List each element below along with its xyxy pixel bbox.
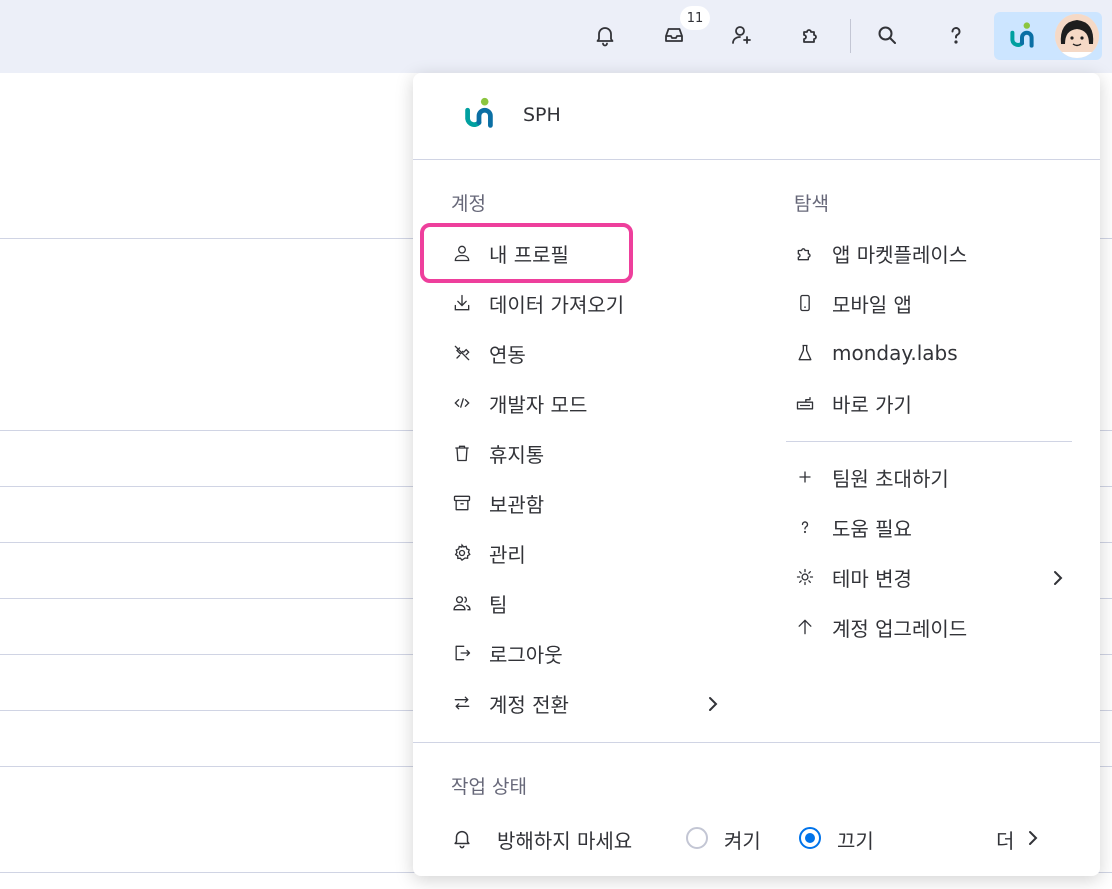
dnd-off-label[interactable]: 끄기 bbox=[837, 825, 874, 854]
code-icon bbox=[451, 392, 473, 414]
menu-item-integrations[interactable]: 연동 bbox=[451, 333, 526, 373]
menu-item-mobile-app[interactable]: 모바일 앱 bbox=[794, 283, 912, 323]
gear-icon bbox=[451, 542, 473, 564]
dnd-on-radio[interactable] bbox=[686, 827, 708, 849]
work-status-title: 작업 상태 bbox=[451, 776, 527, 798]
apps-icon[interactable] bbox=[793, 17, 829, 53]
switch-icon bbox=[451, 692, 473, 714]
dnd-off-radio[interactable] bbox=[799, 827, 821, 849]
menu-item-label: 앱 마켓플레이스 bbox=[832, 242, 968, 267]
bell-icon bbox=[454, 830, 470, 849]
menu-item-teams[interactable]: 팀 bbox=[451, 583, 507, 623]
question-icon bbox=[794, 516, 816, 538]
menu-item-label: 개발자 모드 bbox=[489, 392, 588, 417]
menu-item-label: 테마 변경 bbox=[832, 566, 912, 591]
inbox-badge: 11 bbox=[680, 6, 710, 30]
menu-item-label: 로그아웃 bbox=[489, 642, 563, 667]
keyboard-icon bbox=[794, 392, 816, 414]
menu-item-label: 관리 bbox=[489, 542, 526, 567]
menu-item-label: monday.labs bbox=[832, 341, 958, 365]
search-icon[interactable] bbox=[869, 17, 905, 53]
mobile-icon bbox=[794, 292, 816, 314]
menu-item-label: 연동 bbox=[489, 342, 526, 367]
more-options-button[interactable]: 더 bbox=[996, 825, 1014, 854]
chevron-right-icon[interactable] bbox=[1023, 828, 1043, 848]
workspace-logo-icon bbox=[465, 97, 493, 128]
integration-icon bbox=[451, 342, 473, 364]
menu-item-invite-members[interactable]: 팀원 초대하기 bbox=[794, 457, 949, 497]
menu-item-label: 데이터 가져오기 bbox=[489, 292, 625, 317]
do-not-disturb-label: 방해하지 마세요 bbox=[497, 829, 633, 853]
topbar-divider bbox=[850, 19, 851, 53]
menu-item-upgrade-account[interactable]: 계정 업그레이드 bbox=[794, 607, 967, 647]
plus-icon bbox=[794, 466, 816, 488]
bell-icon[interactable] bbox=[587, 17, 623, 53]
menu-divider bbox=[413, 159, 1100, 160]
menu-divider bbox=[413, 742, 1100, 743]
puzzle-icon bbox=[794, 242, 816, 264]
trash-icon bbox=[451, 442, 473, 464]
menu-item-shortcuts[interactable]: 바로 가기 bbox=[794, 383, 912, 423]
menu-item-label: 보관함 bbox=[489, 492, 545, 517]
menu-item-developer-mode[interactable]: 개발자 모드 bbox=[451, 383, 587, 423]
workspace-logo-icon bbox=[1010, 22, 1034, 48]
menu-item-switch-account[interactable]: 계정 전환 bbox=[451, 683, 569, 723]
menu-item-change-theme[interactable]: 테마 변경 bbox=[794, 557, 912, 597]
menu-item-archive[interactable]: 보관함 bbox=[451, 483, 544, 523]
account-section-title: 계정 bbox=[451, 193, 486, 215]
menu-item-label: 모바일 앱 bbox=[832, 292, 912, 317]
archive-icon bbox=[451, 492, 473, 514]
menu-item-label: 팀 bbox=[489, 592, 508, 617]
workspace-name: SPH bbox=[523, 104, 561, 126]
menu-item-label: 팀원 초대하기 bbox=[832, 466, 949, 491]
explore-section-title: 탐색 bbox=[794, 193, 829, 215]
dnd-on-label[interactable]: 켜기 bbox=[724, 825, 761, 854]
sun-icon bbox=[794, 566, 816, 588]
menu-item-import-data[interactable]: 데이터 가져오기 bbox=[451, 283, 624, 323]
menu-item-get-help[interactable]: 도움 필요 bbox=[794, 507, 912, 547]
menu-item-label: 바로 가기 bbox=[832, 392, 912, 417]
menu-item-trash[interactable]: 휴지통 bbox=[451, 433, 544, 473]
menu-header[interactable]: SPH bbox=[413, 73, 1100, 159]
flask-icon bbox=[794, 342, 816, 364]
account-menu: SPH 계정 내 프로필 데이터 가져오기 연동 개발자 모드 휴지통 보관함 … bbox=[413, 73, 1100, 876]
download-icon bbox=[451, 292, 473, 314]
explore-divider bbox=[786, 441, 1072, 442]
logout-icon bbox=[451, 642, 473, 664]
chevron-right-icon[interactable] bbox=[1048, 568, 1068, 588]
chevron-right-icon[interactable] bbox=[703, 694, 723, 714]
highlight-annotation bbox=[420, 223, 633, 283]
menu-item-label: 계정 전환 bbox=[489, 692, 569, 717]
menu-item-label: 휴지통 bbox=[489, 442, 545, 467]
menu-item-logout[interactable]: 로그아웃 bbox=[451, 633, 563, 673]
invite-user-icon[interactable] bbox=[724, 17, 760, 53]
team-icon bbox=[451, 592, 473, 614]
arrow-up-icon bbox=[794, 616, 816, 638]
menu-item-admin[interactable]: 관리 bbox=[451, 533, 526, 573]
avatar[interactable] bbox=[1055, 14, 1099, 58]
top-bar: 11 bbox=[0, 0, 1112, 73]
help-icon[interactable] bbox=[938, 17, 974, 53]
menu-item-label: 도움 필요 bbox=[832, 516, 912, 541]
menu-item-app-marketplace[interactable]: 앱 마켓플레이스 bbox=[794, 233, 967, 273]
menu-item-label: 계정 업그레이드 bbox=[832, 616, 968, 641]
menu-item-monday-labs[interactable]: monday.labs bbox=[794, 333, 958, 373]
